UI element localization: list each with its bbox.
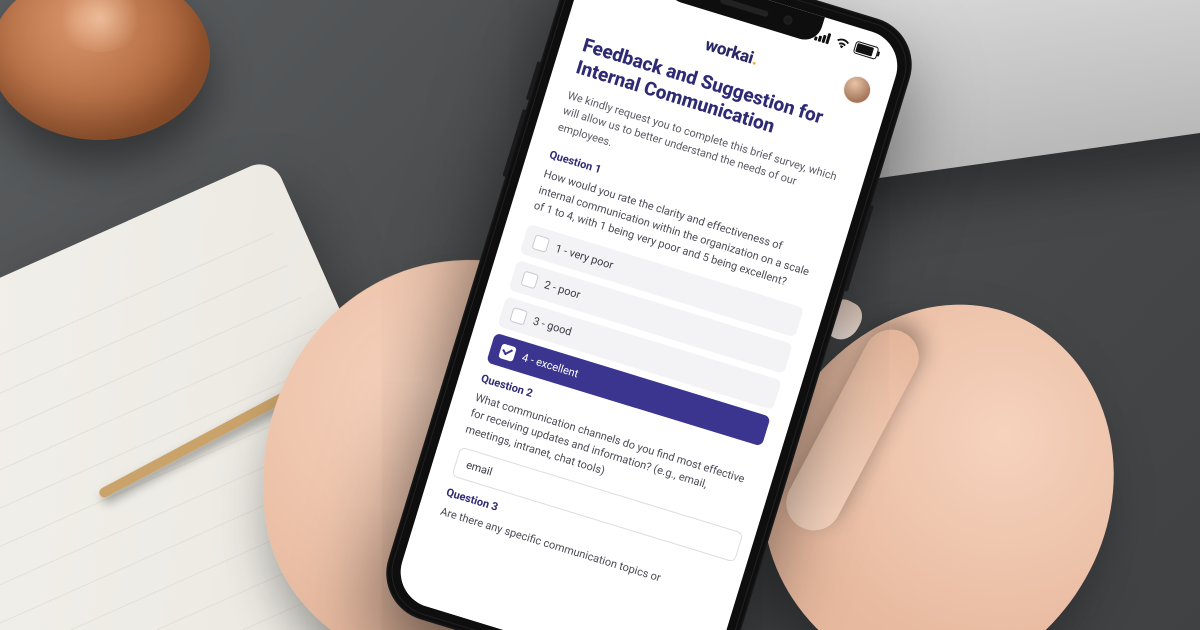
option-label: 2 - poor	[543, 278, 582, 301]
volume-up-button[interactable]	[526, 61, 542, 100]
option-label: 3 - good	[532, 314, 574, 338]
option-label: 4 - excellent	[521, 351, 581, 380]
brand-logo: workai.	[703, 35, 761, 70]
avatar[interactable]	[841, 74, 873, 106]
option-label: 1 - very poor	[554, 242, 615, 272]
desk-scene: 9:41 workai. Feedback and Suggestion for…	[0, 0, 1200, 630]
wifi-icon	[834, 35, 852, 50]
checkbox-icon	[509, 307, 528, 326]
checkbox-icon	[532, 234, 551, 253]
plant-pot-prop	[0, 0, 210, 140]
checkbox-checked-icon	[498, 343, 517, 362]
battery-icon	[853, 40, 880, 59]
checkbox-icon	[520, 270, 539, 289]
